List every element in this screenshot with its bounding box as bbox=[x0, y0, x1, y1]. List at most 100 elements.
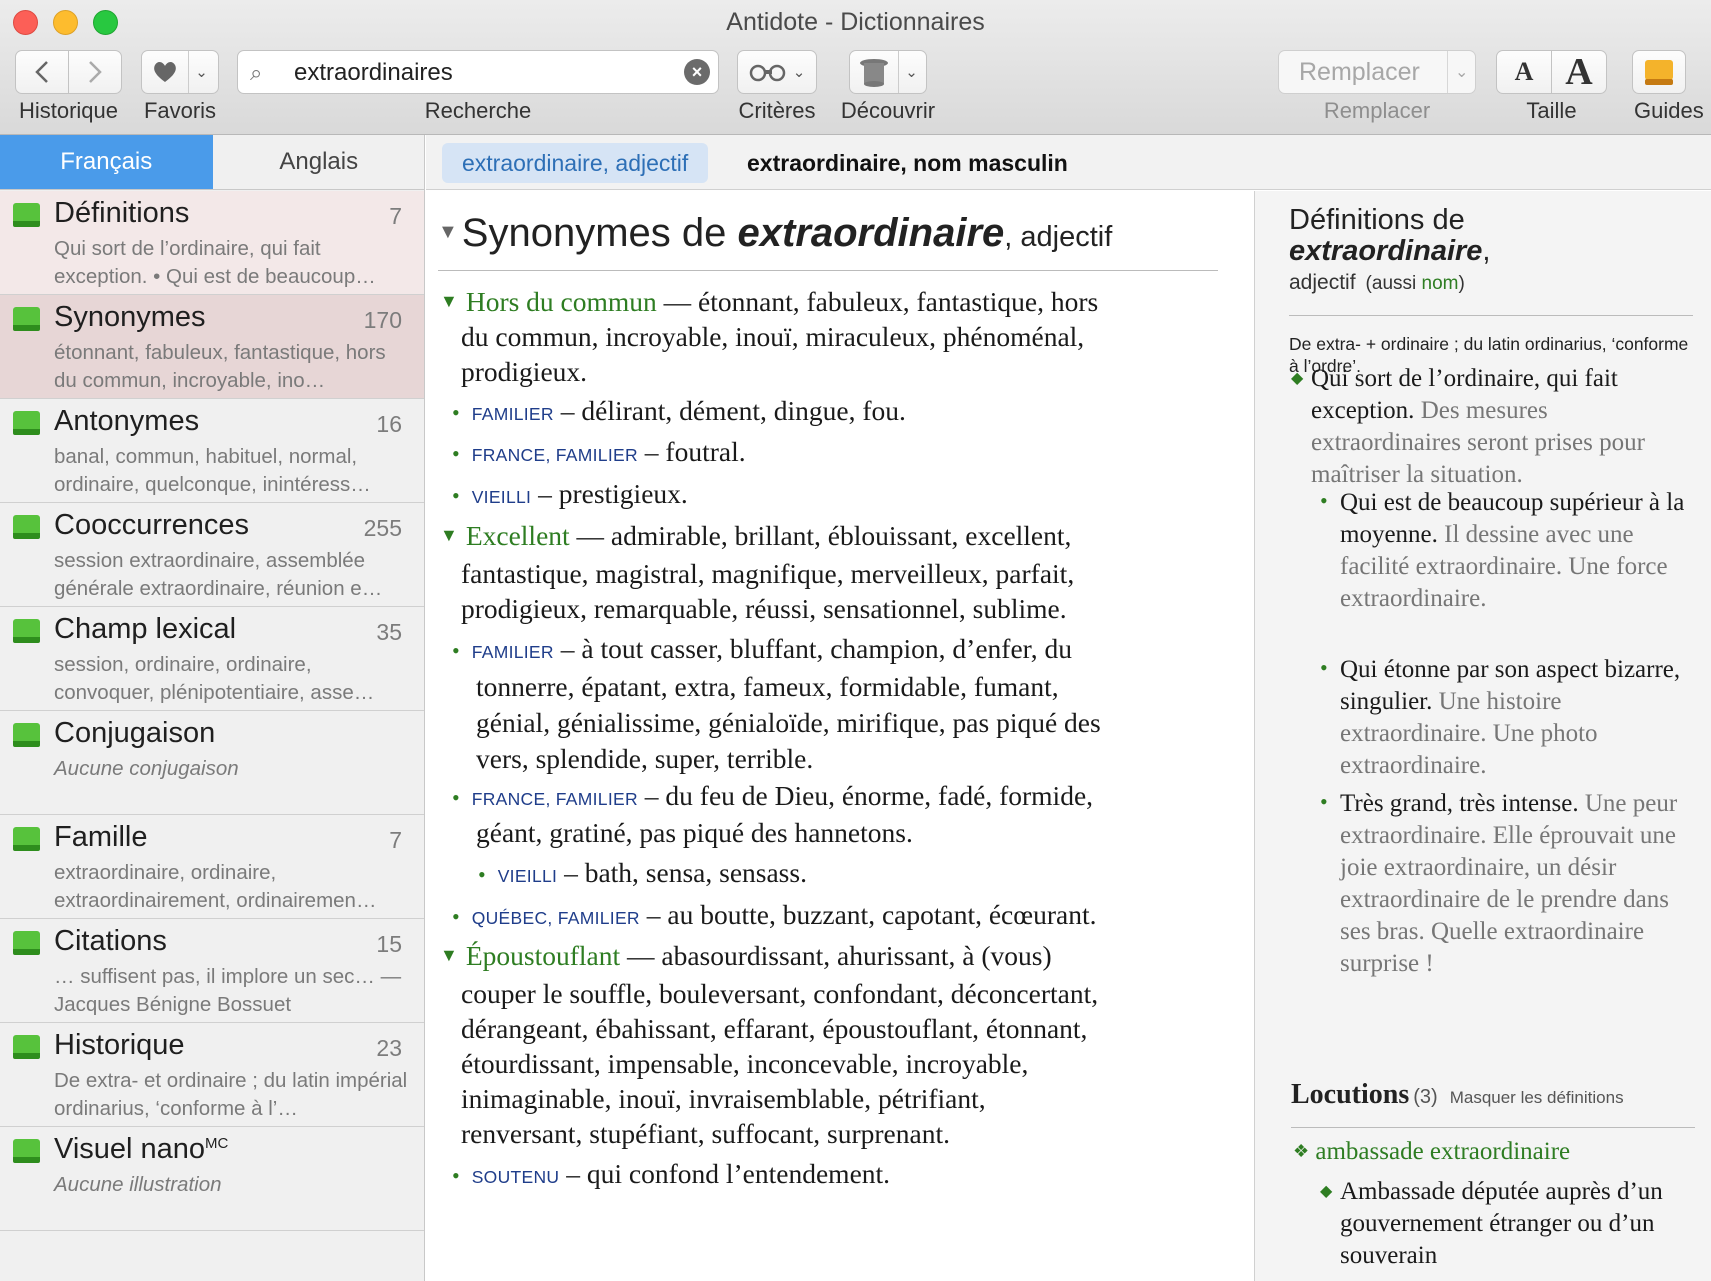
aussi-prefix: (aussi bbox=[1365, 273, 1422, 294]
nom-link[interactable]: nom bbox=[1422, 273, 1459, 294]
collapse-triangle-icon[interactable]: ▼ bbox=[440, 525, 458, 545]
guides-label: Guides bbox=[1634, 98, 1704, 123]
register-more: génial, génialissime, génialoïde, mirifi… bbox=[452, 705, 1152, 740]
register-line: • SOUTENU – qui confond l’entendement. bbox=[452, 1156, 1152, 1195]
register-line: • FAMILIER – délirant, dément, dingue, fo… bbox=[452, 393, 1152, 432]
green-book-icon bbox=[13, 307, 40, 331]
synonym-group: ▼ Époustouflant — abasourdissant, ahuriss… bbox=[440, 938, 1240, 977]
hide-definitions-link[interactable]: Masquer les définitions bbox=[1450, 1088, 1624, 1107]
text-smaller-button[interactable]: A bbox=[1496, 50, 1552, 94]
sidebar-item-count: 170 bbox=[363, 307, 402, 333]
text-larger-button[interactable]: A bbox=[1551, 50, 1607, 94]
sidebar-item-summary: Aucune conjugaison bbox=[54, 757, 239, 780]
title-word: extraordinaire bbox=[737, 211, 1005, 255]
sidebar-item-famille[interactable]: Famille 7 extraordinaire, ordinaire, ext… bbox=[0, 815, 424, 919]
bullet-icon: • bbox=[1320, 789, 1328, 814]
register-more: vers, splendide, super, terrible. bbox=[452, 741, 1152, 776]
sidebar-item-label: Visuel nanoMC bbox=[54, 1133, 228, 1166]
group-head[interactable]: Excellent bbox=[466, 520, 570, 551]
sidebar-item-conjugaison[interactable]: Conjugaison Aucune conjugaison bbox=[0, 711, 424, 815]
register-words: génial, génialissime, génialoïde, mirifi… bbox=[476, 707, 1101, 738]
locutions-heading: Locutions (3) Masquer les définitions bbox=[1291, 1079, 1624, 1111]
definitions-title: Définitions de extraordinaire, bbox=[1289, 204, 1491, 267]
tab-adjectif[interactable]: extraordinaire, adjectif bbox=[442, 143, 709, 183]
chevron-down-icon: ⌄ bbox=[898, 51, 918, 93]
sidebar-item-antonymes[interactable]: Antonymes 16 banal, commun, habituel, no… bbox=[0, 399, 424, 503]
register-label: VIEILLI bbox=[497, 866, 558, 886]
register-line: • FRANCE, FAMILIER – du feu de Dieu, énor… bbox=[452, 778, 1152, 817]
synonym-group: ▼ Excellent — admirable, brillant, ébloui… bbox=[440, 518, 1240, 557]
green-book-icon bbox=[13, 723, 40, 747]
sidebar-item-visuel-nano[interactable]: Visuel nanoMC Aucune illustration bbox=[0, 1127, 424, 1231]
tab-nom-masculin[interactable]: extraordinaire, nom masculin bbox=[727, 143, 1088, 183]
sidebar-item-cooccurrences[interactable]: Cooccurrences 255 session extraordinaire… bbox=[0, 503, 424, 607]
group-head[interactable]: Époustouflant bbox=[466, 940, 620, 971]
clear-search-icon[interactable]: × bbox=[684, 59, 710, 85]
favoris-button[interactable]: ⌄ bbox=[141, 50, 219, 94]
top-hat-icon bbox=[860, 59, 889, 87]
register-words: – délirant, dément, dingue, fou. bbox=[560, 395, 906, 426]
locution-item[interactable]: ❖ ambassade extraordinaire bbox=[1293, 1138, 1570, 1166]
title-pos: , adjectif bbox=[1004, 221, 1113, 253]
group-words-line: renversant, stupéfiant, suffocant, surpr… bbox=[461, 1118, 950, 1149]
chevron-down-icon: ⌄ bbox=[792, 64, 806, 81]
sidebar-item-summary: extraordinaire, ordinaire, extraordinair… bbox=[54, 861, 377, 912]
sidebar-item-champ-lexical[interactable]: Champ lexical 35 session, ordinaire, ord… bbox=[0, 607, 424, 711]
forward-button[interactable] bbox=[68, 50, 122, 94]
aussi-suffix: ) bbox=[1458, 273, 1465, 294]
locutions-divider bbox=[1291, 1127, 1695, 1128]
sidebar-item-summary: Qui sort de l’ordinaire, qui fait except… bbox=[54, 237, 376, 288]
collapse-triangle-icon[interactable]: ▼ bbox=[440, 945, 458, 965]
aussi-note: (aussi nom) bbox=[1366, 273, 1465, 294]
tab-francais[interactable]: Français bbox=[0, 135, 213, 189]
sidebar-item-label: Champ lexical bbox=[54, 613, 237, 645]
sidebar-item-synonymes[interactable]: Synonymes 170 étonnant, fabuleux, fantas… bbox=[0, 295, 424, 399]
sidebar-item-label: Antonymes bbox=[54, 405, 200, 437]
register-label: QUÉBEC, FAMILIER bbox=[471, 908, 640, 928]
register-label: VIEILLI bbox=[471, 487, 532, 507]
collapse-triangle-icon[interactable]: ▼ bbox=[440, 291, 458, 311]
sense-tabs: extraordinaire, adjectif extraordinaire,… bbox=[426, 135, 1711, 190]
sidebar-item-historique[interactable]: Historique 23 De extra- et ordinaire ; d… bbox=[0, 1023, 424, 1127]
sidebar-item-definitions[interactable]: Définitions 7 Qui sort de l’ordinaire, q… bbox=[0, 191, 424, 295]
chevron-down-icon[interactable]: ⌄ bbox=[1447, 51, 1475, 93]
definitions-title-word: extraordinaire bbox=[1289, 235, 1483, 267]
criteres-button[interactable]: ⌄ bbox=[737, 50, 817, 94]
register-more: géant, gratiné, pas piqué des hannetons. bbox=[452, 815, 1152, 850]
register-label: FAMILIER bbox=[471, 404, 554, 424]
sidebar-item-summary: De extra- et ordinaire ; du latin impéri… bbox=[54, 1069, 408, 1120]
definitions-title-text: Définitions de bbox=[1289, 204, 1465, 236]
trademark-superscript: MC bbox=[205, 1135, 229, 1152]
group-words-line: prodigieux, remarquable, réussi, sensati… bbox=[461, 593, 1067, 624]
group-words-line: dérangeant, ébahissant, effarant, époust… bbox=[461, 1013, 1088, 1044]
green-book-icon bbox=[13, 619, 40, 643]
definitions-divider bbox=[1289, 315, 1693, 316]
sidebar-item-count: 15 bbox=[376, 931, 402, 957]
register-words: – à tout casser, bluffant, champion, d’e… bbox=[560, 633, 1072, 664]
definition-example: Une peur extraordinaire. Elle éprouvait … bbox=[1340, 790, 1678, 977]
guides-button[interactable] bbox=[1632, 50, 1686, 94]
register-words: vers, splendide, super, terrible. bbox=[476, 743, 814, 774]
locutions-title: Locutions bbox=[1291, 1079, 1410, 1110]
green-book-icon bbox=[13, 827, 40, 851]
taille-label: Taille bbox=[1526, 98, 1577, 123]
decouvrir-button[interactable]: ⌄ bbox=[849, 50, 927, 94]
sidebar-item-summary: Aucune illustration bbox=[54, 1173, 222, 1196]
group-words: — étonnant, fabuleux, fantastique, hors bbox=[663, 286, 1099, 317]
bullet-icon: • bbox=[452, 638, 460, 663]
group-head[interactable]: Hors du commun bbox=[466, 286, 657, 317]
back-button[interactable] bbox=[15, 50, 69, 94]
tab-anglais[interactable]: Anglais bbox=[213, 135, 426, 189]
register-label: FRANCE, FAMILIER bbox=[471, 445, 638, 465]
chevron-down-icon: ⌄ bbox=[188, 51, 208, 93]
remplacer-button[interactable]: Remplacer ⌄ bbox=[1278, 50, 1476, 94]
search-input[interactable]: extraordinaires bbox=[294, 59, 453, 87]
register-label: FAMILIER bbox=[471, 642, 554, 662]
locution-definition: ◆ Ambassade députée auprès d’un gouverne… bbox=[1320, 1176, 1692, 1272]
collapse-triangle-icon[interactable]: ▼ bbox=[438, 221, 458, 243]
sidebar-item-name: Visuel nano bbox=[54, 1133, 206, 1165]
sidebar-item-citations[interactable]: Citations 15 … suffisent pas, il implore… bbox=[0, 919, 424, 1023]
recherche-label: Recherche bbox=[424, 98, 532, 123]
search-field[interactable]: ⌕ extraordinaires × bbox=[237, 50, 719, 94]
register-more: tonnerre, épatant, extra, fameux, formid… bbox=[452, 669, 1152, 704]
